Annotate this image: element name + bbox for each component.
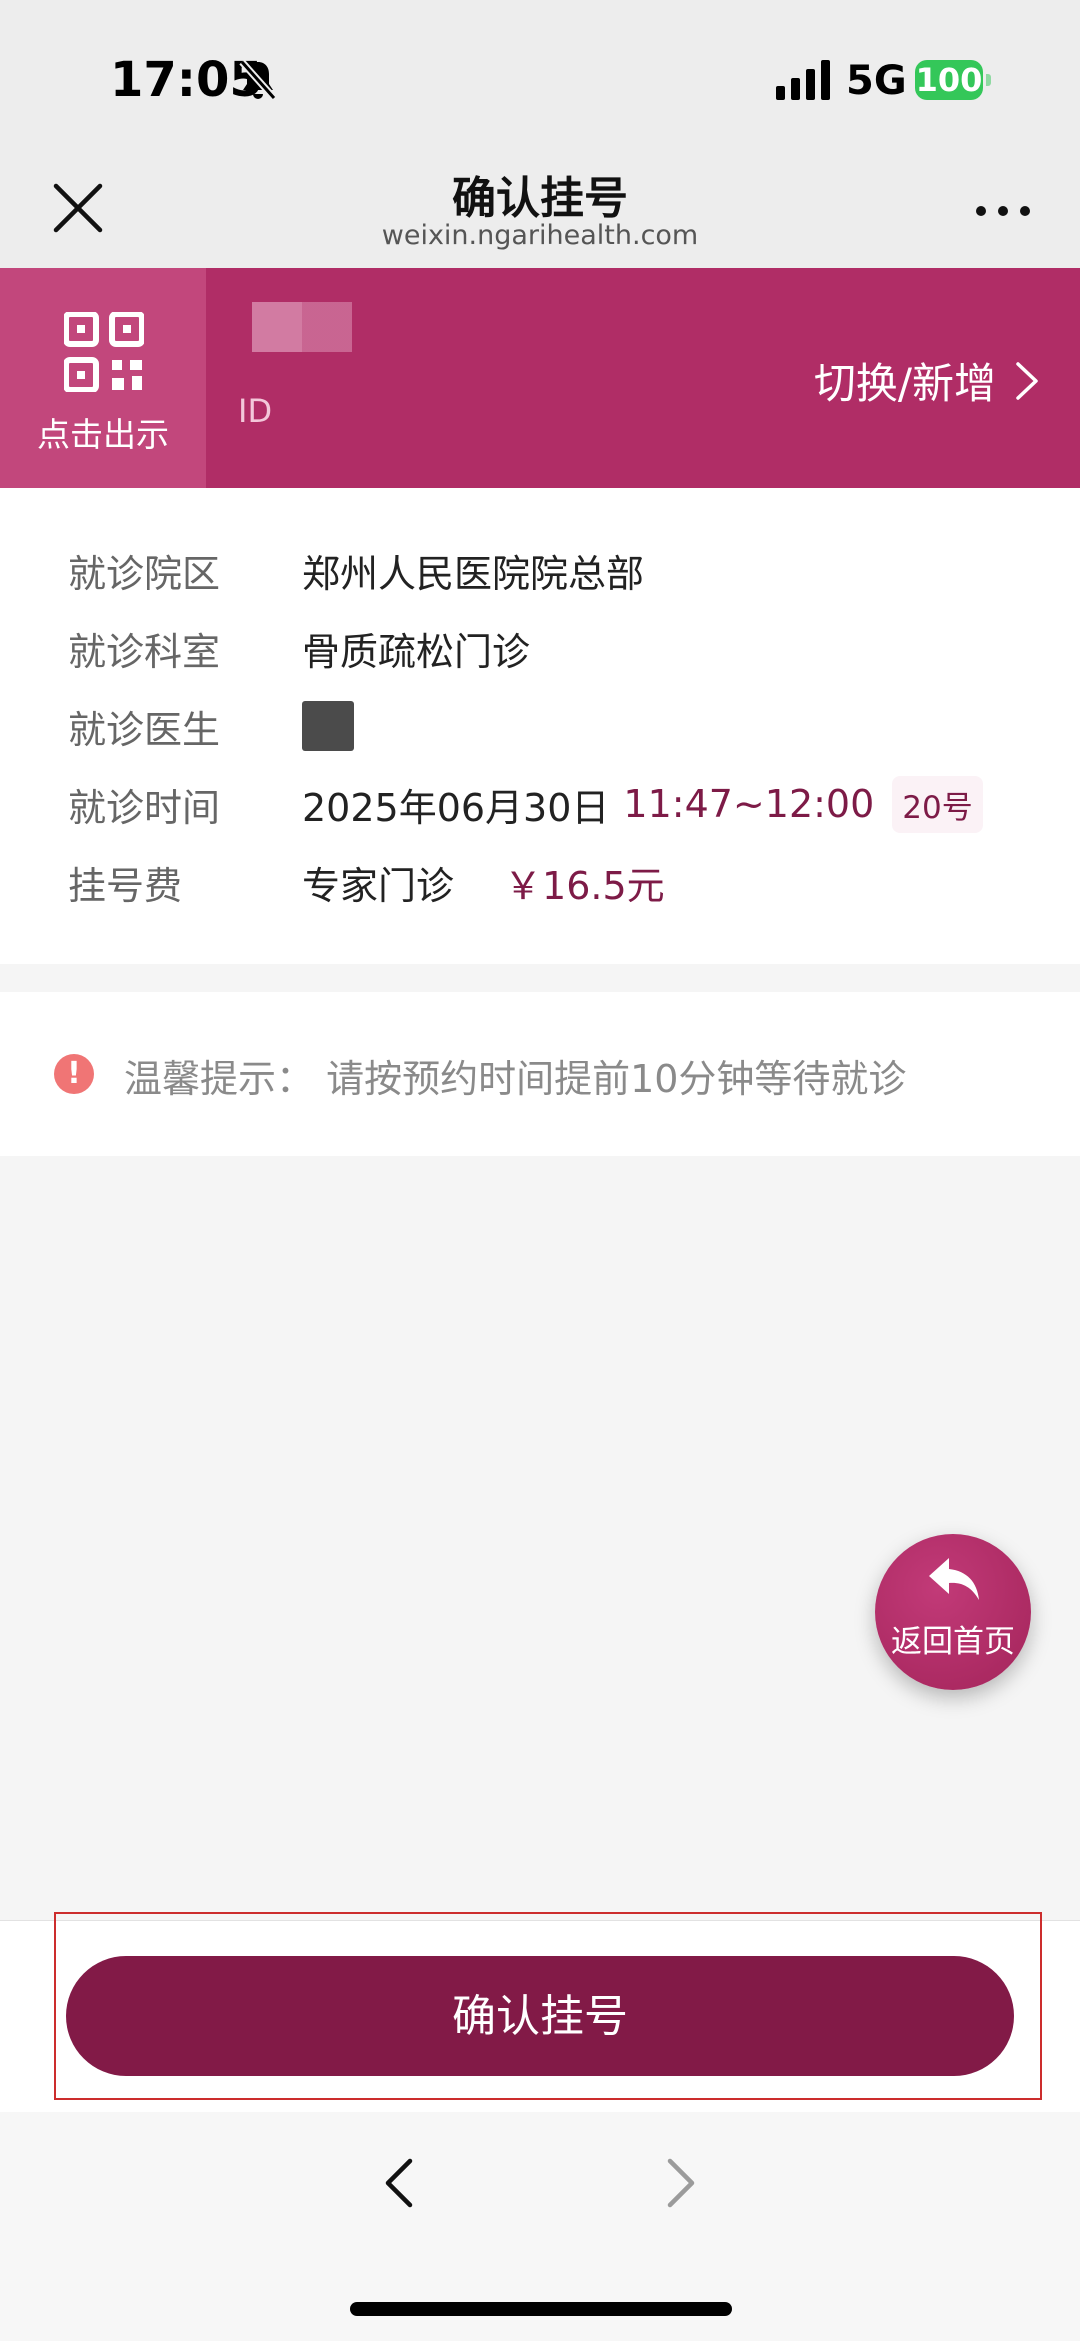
time-row: 就诊时间 2025年06月30日 11:47~12:00 20号 xyxy=(68,774,983,834)
battery-icon: 100 xyxy=(915,60,991,100)
qr-code-label: 点击出示 xyxy=(37,415,169,454)
patient-name-redacted xyxy=(252,302,352,352)
fee-amount: ￥16.5元 xyxy=(504,863,665,908)
time-label: 就诊时间 xyxy=(68,785,221,830)
campus-label: 就诊院区 xyxy=(68,551,221,596)
clinic-type: 专家门诊 xyxy=(302,863,455,908)
department-value: 骨质疏松门诊 xyxy=(302,629,531,674)
page-title: 确认挂号 xyxy=(452,173,628,224)
qr-code-button[interactable]: 点击出示 xyxy=(0,268,206,488)
return-home-label: 返回首页 xyxy=(891,1624,1015,1660)
return-arrow-icon xyxy=(929,1558,979,1600)
page-url: weixin.ngarihealth.com xyxy=(381,220,699,251)
forward-arrow-icon[interactable] xyxy=(660,2155,700,2211)
department-row: 就诊科室 骨质疏松门诊 xyxy=(68,618,530,678)
network-label: 5G xyxy=(846,58,907,104)
status-bar: 17:05 5G 100 xyxy=(0,0,1080,150)
queue-number-badge: 20号 xyxy=(892,775,983,833)
doctor-row: 就诊医生 xyxy=(68,696,354,756)
fee-row: 挂号费 专家门诊 ￥16.5元 xyxy=(68,852,665,912)
info-icon: ! xyxy=(54,1054,94,1094)
appointment-date: 2025年06月30日 xyxy=(302,785,610,830)
qr-code-icon xyxy=(64,312,144,392)
tip-banner: ! 温馨提示： 请按预约时间提前10分钟等待就诊 xyxy=(0,992,1080,1156)
back-arrow-icon[interactable] xyxy=(380,2155,420,2211)
bell-muted-icon xyxy=(239,59,277,101)
tip-text: 温馨提示： 请按预约时间提前10分钟等待就诊 xyxy=(124,1057,907,1101)
patient-id: ID xyxy=(238,392,273,430)
doctor-label: 就诊医生 xyxy=(68,707,221,752)
appointment-time-range: 11:47~12:00 xyxy=(623,782,875,826)
chevron-right-icon xyxy=(1016,361,1038,400)
switch-patient-button[interactable]: 切换/新增 xyxy=(814,350,1040,411)
more-icon[interactable] xyxy=(976,200,1030,220)
campus-value: 郑州人民医院院总部 xyxy=(302,551,645,596)
home-indicator xyxy=(350,2302,732,2316)
switch-patient-label: 切换/新增 xyxy=(813,359,996,408)
signal-icon xyxy=(776,60,830,100)
patient-bar: 点击出示 ID 切换/新增 xyxy=(0,268,1080,488)
campus-row: 就诊院区 郑州人民医院院总部 xyxy=(68,540,644,600)
department-label: 就诊科室 xyxy=(68,629,221,674)
doctor-name-redacted xyxy=(302,701,354,751)
appointment-info: 就诊院区 郑州人民医院院总部 就诊科室 骨质疏松门诊 就诊医生 就诊时间 202… xyxy=(0,488,1080,964)
fee-label: 挂号费 xyxy=(68,863,183,908)
nav-header: 确认挂号 weixin.ngarihealth.com xyxy=(0,150,1080,268)
confirm-registration-button[interactable]: 确认挂号 xyxy=(66,1956,1014,2076)
return-home-button[interactable]: 返回首页 xyxy=(875,1534,1031,1690)
